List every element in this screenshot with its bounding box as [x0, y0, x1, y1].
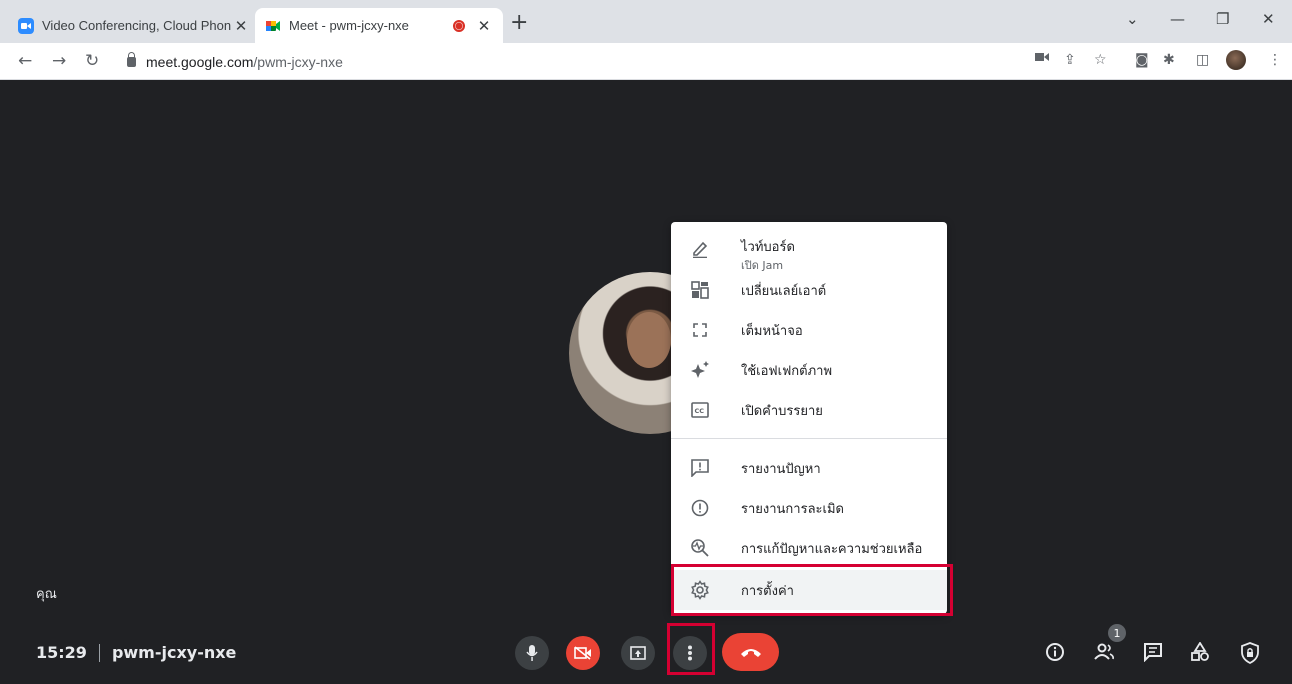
menu-item-whiteboard[interactable]: ไวท์บอร์ด เปิด Jam	[671, 228, 947, 272]
tab-search-icon[interactable]: ⌄	[1126, 10, 1139, 28]
tab-meet[interactable]: Meet - pwm-jcxy-nxe ✕	[255, 8, 503, 43]
menu-item-visual-effects[interactable]: ใช้เอฟเฟกต์ภาพ	[671, 350, 947, 390]
forward-icon[interactable]: →	[52, 51, 66, 71]
microphone-button[interactable]	[515, 636, 549, 670]
back-icon[interactable]: ←	[18, 51, 32, 71]
camera-off-icon	[574, 646, 592, 660]
window-close-icon[interactable]: ✕	[1262, 10, 1275, 28]
participant-count-badge: 1	[1108, 624, 1126, 642]
menu-item-label: รายงานปัญหา	[741, 461, 821, 477]
svg-text:CC: CC	[695, 407, 705, 415]
menu-item-report-problem[interactable]: รายงานปัญหา	[671, 448, 947, 488]
camera-indicator-icon[interactable]	[1035, 52, 1049, 62]
highlight-settings	[671, 564, 953, 616]
camera-off-button[interactable]	[566, 636, 600, 670]
menu-item-label: เปิดคำบรรยาย	[741, 403, 823, 419]
meeting-code: pwm-jcxy-nxe	[111, 643, 237, 662]
menu-item-change-layout[interactable]: เปลี่ยนเลย์เอาต์	[671, 270, 947, 310]
url-host: meet.google.com	[146, 54, 254, 70]
menu-item-label: การแก้ปัญหาและความช่วยเหลือ	[741, 541, 923, 557]
divider	[98, 643, 100, 662]
tab-title: Video Conferencing, Cloud Phon	[42, 18, 232, 33]
zoom-icon	[18, 17, 34, 34]
url-field[interactable]: meet.google.com/pwm-jcxy-nxe	[117, 48, 1107, 76]
meeting-time: 15:29	[36, 643, 87, 662]
close-icon[interactable]: ✕	[475, 17, 493, 35]
menu-item-captions[interactable]: CC เปิดคำบรรยาย	[671, 390, 947, 430]
lock-icon	[127, 52, 136, 67]
menu-item-fullscreen[interactable]: เต็มหน้าจอ	[671, 310, 947, 350]
tab-zoom[interactable]: Video Conferencing, Cloud Phon ✕	[8, 8, 260, 43]
meeting-details-button[interactable]	[1045, 642, 1065, 662]
captions-icon: CC	[689, 399, 711, 421]
restore-icon[interactable]: ❐	[1216, 10, 1229, 28]
troubleshoot-icon	[689, 537, 711, 559]
url-path: /pwm-jcxy-nxe	[253, 54, 343, 70]
present-icon	[630, 646, 646, 660]
bookmark-star-icon[interactable]: ☆	[1094, 52, 1107, 68]
present-screen-button[interactable]	[621, 636, 655, 670]
info-icon	[1046, 643, 1064, 661]
menu-item-label: เต็มหน้าจอ	[741, 323, 803, 339]
profile-avatar[interactable]	[1226, 50, 1246, 70]
tab-title: Meet - pwm-jcxy-nxe	[289, 18, 409, 33]
side-panel-icon[interactable]: ◫	[1196, 52, 1209, 68]
fullscreen-icon	[689, 319, 711, 341]
shapes-icon	[1191, 642, 1209, 661]
activities-button[interactable]	[1190, 642, 1210, 662]
menu-item-label: เปลี่ยนเลย์เอาต์	[741, 283, 827, 299]
minimize-icon[interactable]: —	[1170, 10, 1185, 28]
screenshot-icon[interactable]: ◙	[1135, 52, 1149, 68]
report-icon	[689, 497, 711, 519]
people-icon	[1094, 643, 1114, 660]
highlight-more-options	[667, 623, 715, 675]
layout-icon	[689, 279, 711, 301]
meeting-info: 15:29 pwm-jcxy-nxe	[36, 643, 236, 662]
browser-menu-icon[interactable]: ⋮	[1268, 52, 1282, 68]
shield-lock-icon	[1241, 642, 1259, 664]
menu-item-report-abuse[interactable]: รายงานการละเมิด	[671, 488, 947, 528]
share-icon[interactable]: ⇪	[1064, 52, 1076, 68]
chat-icon	[1144, 643, 1162, 662]
extensions-icon[interactable]: ✱	[1163, 52, 1175, 68]
recording-indicator-icon	[453, 19, 465, 32]
chat-button[interactable]	[1143, 642, 1163, 662]
self-name-label: คุณ	[36, 587, 57, 602]
feedback-icon	[689, 457, 711, 479]
more-options-menu: ไวท์บอร์ด เปิด Jam เปลี่ยนเลย์เอาต์ เต็ม…	[671, 222, 947, 614]
people-button[interactable]	[1093, 642, 1115, 662]
menu-item-troubleshooting[interactable]: การแก้ปัญหาและความช่วยเหลือ	[671, 528, 947, 568]
reload-icon[interactable]: ↻	[85, 51, 99, 71]
menu-item-label: รายงานการละเมิด	[741, 501, 844, 517]
close-icon[interactable]: ✕	[232, 17, 250, 35]
new-tab-button[interactable]: +	[510, 10, 528, 35]
leave-call-button[interactable]	[722, 633, 779, 671]
sparkle-icon	[689, 359, 711, 381]
end-call-icon	[739, 646, 763, 658]
google-meet-icon	[265, 18, 281, 34]
menu-item-label: ใช้เอฟเฟกต์ภาพ	[741, 363, 833, 379]
host-controls-button[interactable]	[1240, 642, 1260, 664]
microphone-icon	[526, 645, 538, 661]
menu-divider	[671, 438, 947, 439]
pencil-icon	[689, 238, 711, 260]
browser-tab-bar: Video Conferencing, Cloud Phon ✕ Meet - …	[0, 0, 1292, 43]
menu-item-label: ไวท์บอร์ด	[741, 240, 795, 255]
